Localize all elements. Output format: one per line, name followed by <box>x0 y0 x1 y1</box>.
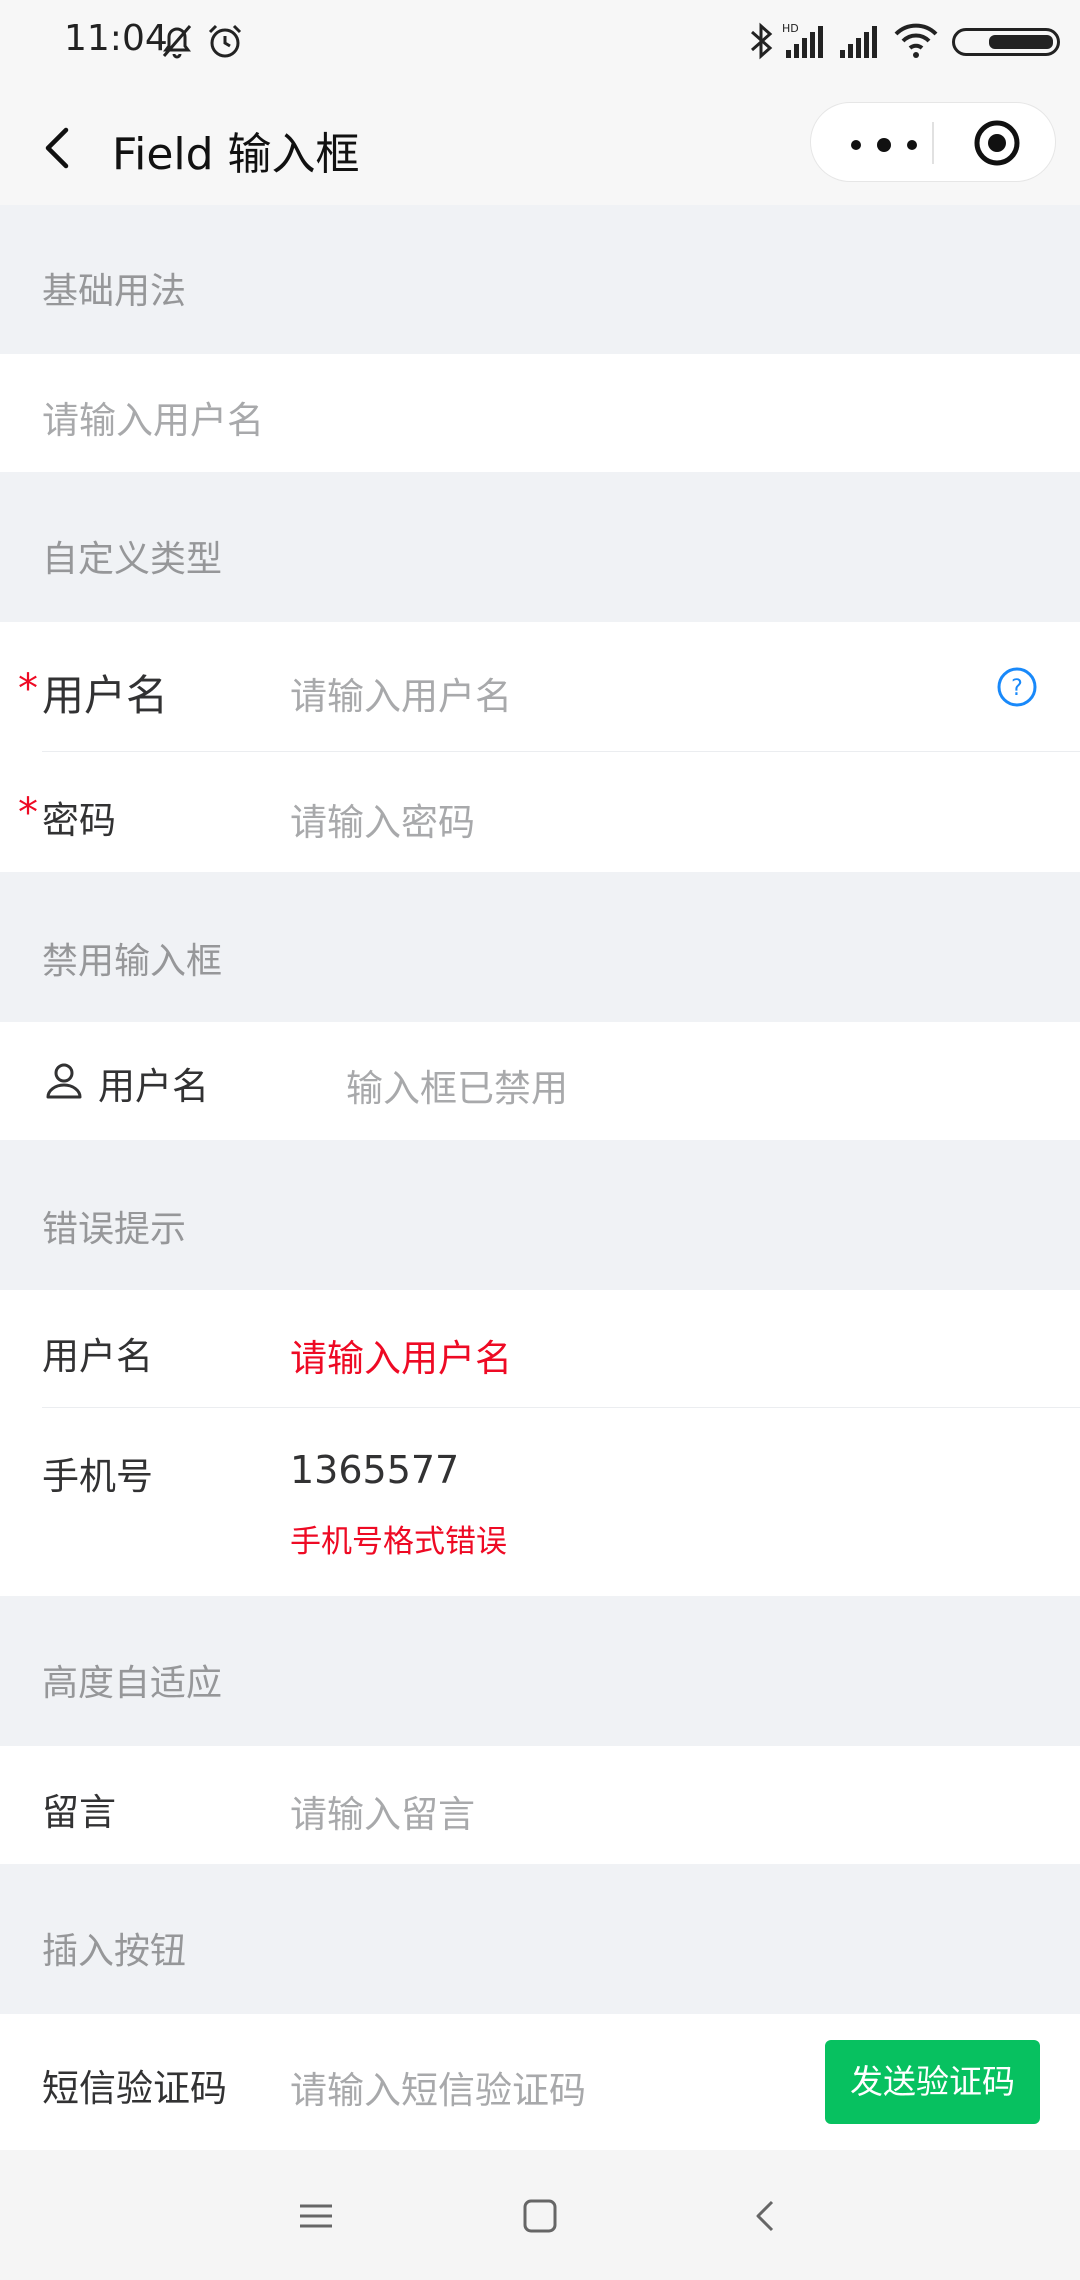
required-mark: * <box>18 790 38 836</box>
wifi-icon <box>894 23 938 58</box>
nav-back-icon[interactable] <box>746 2196 786 2236</box>
home-icon[interactable] <box>520 2196 560 2236</box>
cell-divider <box>42 751 1080 752</box>
custom-group <box>0 622 1080 872</box>
required-mark: * <box>18 666 38 712</box>
disabled-input: 输入框已禁用 <box>346 1067 568 1110</box>
more-icon[interactable] <box>840 130 940 160</box>
username-input[interactable]: 请输入用户名 <box>290 666 512 720</box>
status-time: 11:04 <box>64 18 168 59</box>
section-title-basic: 基础用法 <box>42 271 187 312</box>
basic-input-placeholder[interactable]: 请输入用户名 <box>42 390 264 444</box>
send-code-button[interactable]: 发送验证码 <box>825 2040 1040 2124</box>
battery-icon <box>952 28 1060 56</box>
page-title: Field 输入框 <box>112 129 360 180</box>
svg-text:HD: HD <box>782 22 799 35</box>
disabled-label: 用户名 <box>98 1065 209 1108</box>
cell-divider <box>42 1407 1080 1408</box>
error-group <box>0 1290 1080 1596</box>
capsule-divider <box>932 122 934 164</box>
message-label: 留言 <box>42 1791 116 1834</box>
back-icon[interactable] <box>30 118 90 178</box>
sms-label: 短信验证码 <box>42 2067 227 2110</box>
section-title-custom: 自定义类型 <box>42 539 223 580</box>
record-icon[interactable] <box>972 118 1022 168</box>
menu-icon[interactable] <box>296 2196 336 2236</box>
signal-icon: HD <box>782 22 823 58</box>
autosize-field <box>0 1746 1080 1864</box>
phone-label: 手机号 <box>42 1455 153 1498</box>
section-title-autosize: 高度自适应 <box>42 1663 223 1704</box>
svg-text:?: ? <box>1011 676 1023 701</box>
signal-icon <box>840 26 877 58</box>
alarm-icon <box>208 24 242 58</box>
error-username-input[interactable]: 请输入用户名 <box>290 1328 512 1382</box>
error-username-label: 用户名 <box>42 1335 153 1378</box>
section-title-error: 错误提示 <box>42 1209 187 1250</box>
bluetooth-icon <box>751 22 773 60</box>
question-icon[interactable]: ? <box>996 666 1038 708</box>
phone-error-message: 手机号格式错误 <box>290 1524 507 1560</box>
section-title-button: 插入按钮 <box>42 1931 187 1972</box>
section-title-disabled: 禁用输入框 <box>42 941 223 982</box>
username-label: 用户名 <box>42 671 169 720</box>
password-input[interactable]: 请输入密码 <box>290 792 475 846</box>
bell-off-icon <box>162 25 192 59</box>
message-input[interactable]: 请输入留言 <box>290 1784 475 1838</box>
password-label: 密码 <box>42 799 116 842</box>
phone-input[interactable]: 1365577 <box>290 1448 459 1492</box>
user-icon <box>46 1063 82 1099</box>
sms-input[interactable]: 请输入短信验证码 <box>290 2060 586 2114</box>
